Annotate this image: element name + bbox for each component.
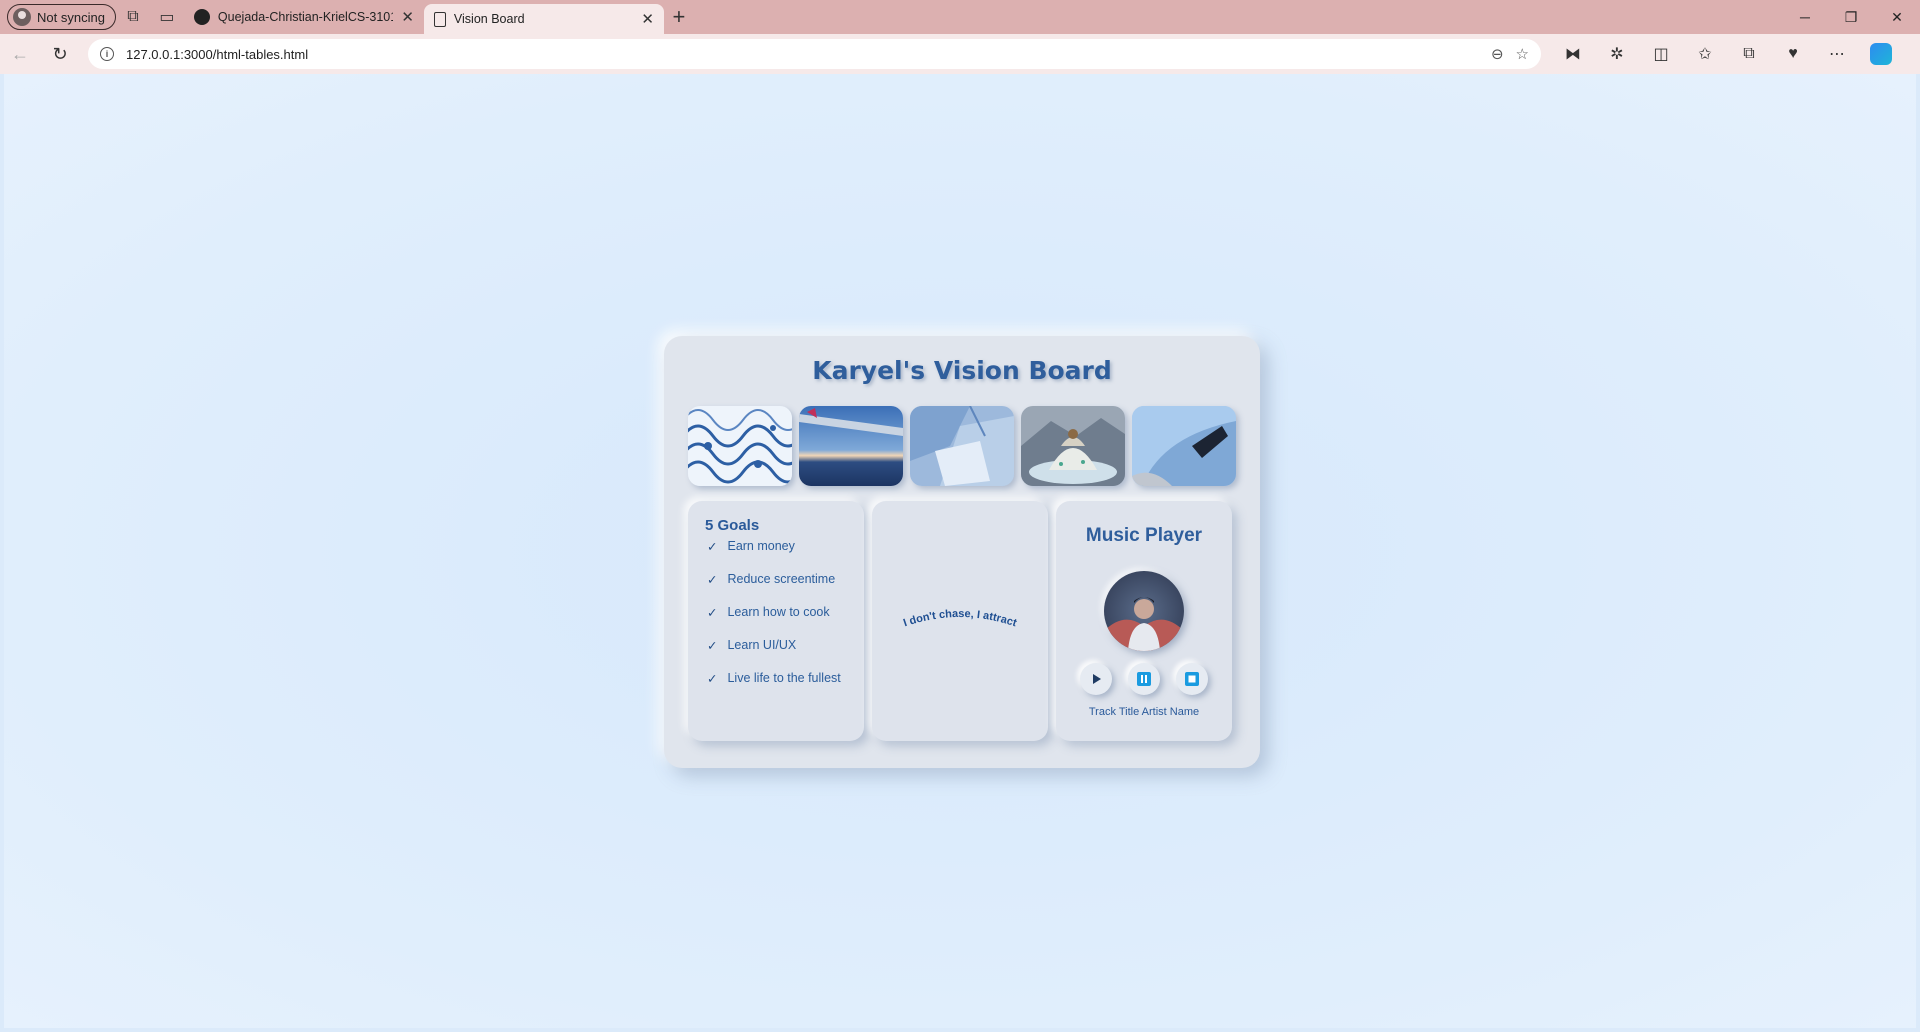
blue-car-image [1132, 406, 1236, 486]
extension-ribbon-icon[interactable]: ⧓ [1551, 38, 1595, 70]
wave-pattern-image [688, 406, 792, 486]
check-icon: ✓ [707, 540, 718, 554]
split-screen-icon[interactable]: ◫ [1639, 38, 1683, 70]
tab-title: Quejada-Christian-KrielCS-3101_ [217, 10, 394, 24]
music-player-title: Music Player [1085, 525, 1203, 546]
track-title: Track Title [1088, 706, 1140, 718]
photo-row [688, 406, 1236, 486]
copilot-icon[interactable] [1859, 38, 1903, 70]
play-button[interactable] [1080, 663, 1112, 695]
board-title: Karyel's Vision Board [812, 356, 1112, 385]
tab-vision-board[interactable]: Vision Board ✕ [423, 4, 664, 34]
browser-toolbar: ← ↻ i 127.0.0.1:3000/html-tables.html ⊖ … [0, 34, 1920, 74]
minimize-icon[interactable]: ─ [1782, 0, 1828, 34]
pause-button[interactable] [1128, 663, 1160, 695]
browser-essentials-icon[interactable]: ♥ [1771, 38, 1815, 70]
favorites-icon[interactable]: ✩ [1683, 38, 1727, 70]
collections-icon[interactable]: ⧉ [1727, 38, 1771, 70]
zoom-out-icon[interactable]: ⊖ [1491, 45, 1504, 63]
play-icon [1093, 674, 1101, 684]
check-icon: ✓ [707, 573, 718, 587]
new-tab-button[interactable]: + [664, 3, 694, 31]
check-icon: ✓ [707, 639, 718, 653]
address-bar[interactable]: i 127.0.0.1:3000/html-tables.html ⊖ ☆ [88, 39, 1541, 69]
page-viewport: Karyel's Vision Board 5 Goals ✓ Earn mon… [4, 74, 1916, 1028]
profile-avatar-icon [13, 8, 31, 26]
goals-card: 5 Goals ✓ Earn money ✓ Reduce screentime ✓… [688, 501, 864, 741]
check-icon: ✓ [707, 606, 718, 620]
close-tab-icon[interactable]: ✕ [641, 10, 654, 28]
stop-button[interactable] [1176, 663, 1208, 695]
more-menu-icon[interactable]: ⋯ [1815, 38, 1859, 70]
quote-card: I don't chase, I attract [872, 501, 1048, 741]
pause-icon [1137, 672, 1151, 686]
goal-item: ✓ Reduce screentime [707, 572, 836, 587]
music-player-card: Music Player Track Title Artist Name [1056, 501, 1232, 741]
page-icon [433, 11, 446, 27]
tab-strip: Not syncing ⧉ ▭ Quejada-Christian-KrielC… [0, 0, 1920, 34]
workspaces-icon[interactable]: ⧉ [116, 3, 150, 31]
quote-text: I don't chase, I attract [902, 608, 1019, 630]
dessert-mountain-image [1021, 406, 1125, 486]
tab-title: Vision Board [453, 12, 525, 26]
vision-board: Karyel's Vision Board 5 Goals ✓ Earn mon… [664, 336, 1260, 768]
profile-button[interactable]: Not syncing [7, 4, 116, 30]
goal-item: ✓ Live life to the fullest [707, 671, 841, 686]
back-button[interactable]: ← [0, 38, 40, 70]
svg-text:I don't chase, I attract: I don't chase, I attract [902, 608, 1019, 630]
goal-item: ✓ Learn UI/UX [707, 638, 797, 653]
check-icon: ✓ [707, 672, 718, 686]
album-art [1104, 571, 1184, 651]
stop-icon [1185, 672, 1199, 686]
profile-label: Not syncing [37, 9, 105, 25]
tab-github[interactable]: Quejada-Christian-KrielCS-3101_ ✕ [184, 0, 424, 34]
close-window-icon[interactable]: ✕ [1874, 0, 1920, 34]
close-tab-icon[interactable]: ✕ [401, 8, 414, 26]
artist-name: Artist Name [1141, 706, 1200, 718]
favorite-star-icon[interactable]: ☆ [1516, 45, 1529, 63]
tab-actions-icon[interactable]: ▭ [150, 3, 184, 31]
extensions-icon[interactable]: ✲ [1595, 38, 1639, 70]
track-info: Track Title Artist Name [1056, 706, 1232, 718]
site-info-icon[interactable]: i [100, 47, 114, 61]
github-icon [193, 9, 210, 25]
goals-title: 5 Goals [705, 517, 760, 534]
restore-icon[interactable]: ❐ [1828, 0, 1874, 34]
goal-item: ✓ Earn money [707, 539, 795, 554]
window-controls: ─ ❐ ✕ [1782, 0, 1920, 34]
reload-button[interactable]: ↻ [40, 38, 80, 70]
goal-item: ✓ Learn how to cook [707, 605, 830, 620]
denim-ice-image [910, 406, 1014, 486]
airplane-wing-image [799, 406, 903, 486]
url-text: 127.0.0.1:3000/html-tables.html [126, 46, 309, 62]
